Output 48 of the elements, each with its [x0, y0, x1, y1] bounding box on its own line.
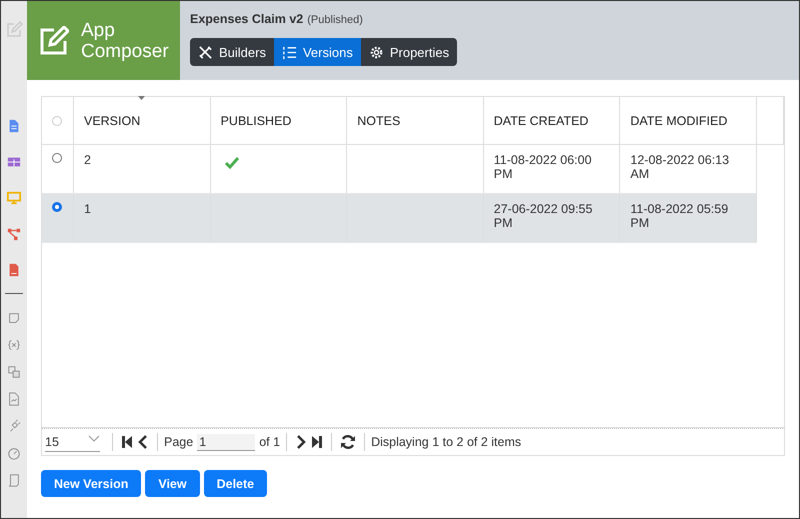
table-cell: 2 — [84, 153, 91, 167]
document-title: Expenses Claim v2 — [190, 12, 304, 26]
variable-icon[interactable] — [7, 338, 21, 352]
page-count: of 1 — [259, 435, 280, 449]
page-field[interactable]: 1 — [197, 434, 256, 450]
edit-icon — [39, 26, 69, 56]
monitor-icon[interactable] — [7, 191, 21, 205]
refresh-icon[interactable] — [340, 434, 356, 450]
workflow-icon[interactable] — [7, 227, 21, 241]
previous-page-icon[interactable] — [137, 435, 149, 449]
table-cell: 1 — [84, 202, 91, 216]
action-button[interactable]: View — [145, 470, 200, 497]
last-page-icon[interactable] — [311, 435, 324, 449]
scroll-icon[interactable] — [7, 473, 21, 487]
row-radio[interactable] — [52, 153, 62, 163]
app-title: App Composer — [81, 20, 170, 62]
tools-icon — [198, 44, 213, 60]
file-icon[interactable] — [7, 392, 21, 406]
caret-icon — [88, 434, 100, 442]
table-cell: 27-06-2022 09:55 PM — [494, 202, 592, 230]
row-radio[interactable] — [52, 202, 62, 212]
column-header[interactable]: PUBLISHED — [210, 97, 347, 144]
pdf-icon[interactable] — [7, 263, 21, 277]
page-size-dropdown[interactable]: 15 — [45, 432, 100, 452]
grid-icon[interactable] — [7, 155, 21, 169]
pager-summary: Displaying 1 to 2 of 2 items — [371, 435, 522, 449]
page-label: Page — [164, 435, 194, 449]
next-page-icon[interactable] — [295, 435, 308, 449]
tab[interactable]: Versions — [274, 38, 361, 66]
settings-icon — [368, 44, 384, 60]
table-cell: 11-08-2022 05:59 PM — [630, 202, 728, 230]
action-button[interactable]: Delete — [204, 470, 268, 497]
sort-icon — [138, 96, 145, 100]
table-cell: 12-08-2022 06:13 AM — [630, 153, 730, 181]
table-cell: 11-08-2022 06:00 PM — [494, 153, 592, 181]
first-page-icon[interactable] — [121, 435, 133, 449]
column-header[interactable]: DATE MODIFIED — [620, 97, 756, 144]
column-header[interactable]: NOTES — [346, 97, 484, 144]
note-icon[interactable] — [7, 311, 21, 325]
tab[interactable]: Properties — [360, 38, 458, 66]
gauge-icon[interactable] — [7, 446, 21, 460]
status-label: (Published) — [307, 14, 363, 26]
tab[interactable]: Builders — [190, 38, 274, 66]
action-button[interactable]: New Version — [41, 470, 142, 497]
column-header[interactable]: VERSION — [73, 97, 210, 144]
list-icon — [282, 44, 297, 60]
column-header[interactable]: DATE CREATED — [483, 97, 620, 144]
document-icon[interactable] — [7, 119, 21, 133]
